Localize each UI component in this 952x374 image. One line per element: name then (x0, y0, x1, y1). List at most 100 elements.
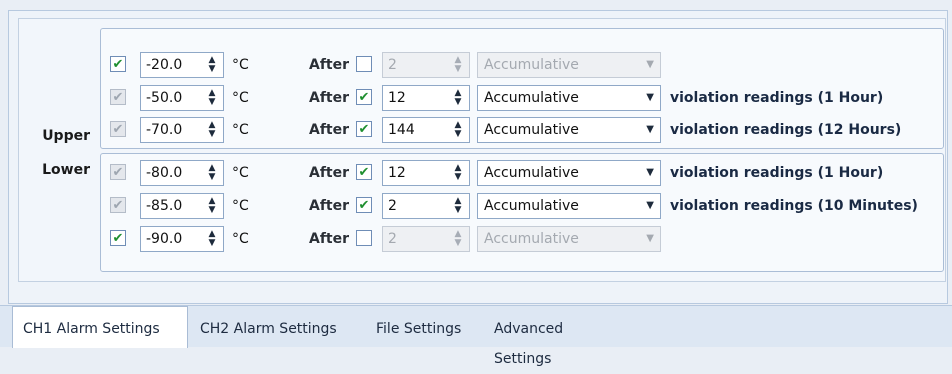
after-checkbox[interactable]: ✔ (356, 197, 372, 213)
spin-down-icon[interactable]: ▼ (455, 130, 462, 139)
spin-down-icon[interactable]: ▼ (455, 173, 462, 182)
temperature-unit: °C (232, 165, 249, 181)
spin-buttons[interactable]: ▲ ▼ (449, 120, 467, 140)
temperature-unit: °C (232, 122, 249, 138)
threshold-enable-checkbox[interactable]: ✔ (110, 56, 126, 72)
violation-count-value: 144 (388, 122, 415, 138)
temperature-value: -50.0 (146, 90, 183, 106)
violation-count-spinner[interactable]: 2 ▲ ▼ (382, 52, 470, 78)
threshold-enable-checkbox[interactable]: ✔ (110, 197, 126, 213)
tab-ch1-alarm-settings[interactable]: CH1 Alarm Settings (12, 306, 188, 348)
violation-readings-label: violation readings (12 Hours) (670, 122, 902, 138)
violation-count-spinner[interactable]: 12 ▲ ▼ (382, 160, 470, 186)
temperature-unit: °C (232, 57, 249, 73)
count-mode-dropdown[interactable]: Accumulative ▼ (477, 52, 661, 78)
spin-down-icon[interactable]: ▼ (209, 130, 216, 139)
temperature-value: -70.0 (146, 122, 183, 138)
count-mode-dropdown[interactable]: Accumulative ▼ (477, 117, 661, 143)
temperature-unit: °C (232, 231, 249, 247)
chevron-down-icon[interactable]: ▼ (646, 233, 654, 244)
tab-ch2-alarm-settings[interactable]: CH2 Alarm Settings (190, 314, 362, 348)
tab-file-settings[interactable]: File Settings (366, 314, 480, 348)
check-icon: ✔ (112, 89, 124, 105)
spin-buttons[interactable]: ▲ ▼ (449, 229, 467, 249)
spin-buttons[interactable]: ▲ ▼ (203, 55, 221, 75)
after-label: After (309, 57, 350, 73)
count-mode-value: Accumulative (484, 198, 579, 214)
after-label: After (309, 231, 350, 247)
chevron-down-icon[interactable]: ▼ (646, 124, 654, 135)
after-checkbox[interactable]: ✔ (356, 89, 372, 105)
violation-readings-label: violation readings (1 Hour) (670, 90, 884, 106)
spin-down-icon[interactable]: ▼ (209, 65, 216, 74)
spin-buttons[interactable]: ▲ ▼ (203, 196, 221, 216)
spin-down-icon[interactable]: ▼ (455, 98, 462, 107)
temperature-spinner[interactable]: -50.0 ▲ ▼ (140, 85, 224, 111)
check-icon: ✔ (112, 121, 124, 137)
threshold-enable-checkbox[interactable]: ✔ (110, 121, 126, 137)
chevron-down-icon[interactable]: ▼ (646, 167, 654, 178)
violation-count-spinner[interactable]: 12 ▲ ▼ (382, 85, 470, 111)
check-icon: ✔ (112, 197, 124, 213)
threshold-enable-checkbox[interactable]: ✔ (110, 230, 126, 246)
spin-buttons[interactable]: ▲ ▼ (449, 55, 467, 75)
spin-down-icon[interactable]: ▼ (209, 206, 216, 215)
spin-buttons[interactable]: ▲ ▼ (203, 229, 221, 249)
chevron-down-icon[interactable]: ▼ (646, 59, 654, 70)
temperature-spinner[interactable]: -85.0 ▲ ▼ (140, 193, 224, 219)
count-mode-value: Accumulative (484, 57, 579, 73)
after-checkbox[interactable]: ✔ (356, 164, 372, 180)
spin-buttons[interactable]: ▲ ▼ (449, 196, 467, 216)
spin-buttons[interactable]: ▲ ▼ (203, 120, 221, 140)
threshold-enable-checkbox[interactable]: ✔ (110, 164, 126, 180)
violation-count-value: 2 (388, 198, 397, 214)
alarm-row: ✔ -90.0 ▲ ▼ °C After 2 ▲ ▼ Accumulative ▼ (100, 226, 940, 252)
count-mode-dropdown[interactable]: Accumulative ▼ (477, 85, 661, 111)
after-checkbox[interactable] (356, 56, 372, 72)
violation-count-value: 12 (388, 165, 406, 181)
temperature-value: -85.0 (146, 198, 183, 214)
spin-buttons[interactable]: ▲ ▼ (203, 163, 221, 183)
check-icon: ✔ (112, 230, 124, 246)
temperature-spinner[interactable]: -90.0 ▲ ▼ (140, 226, 224, 252)
chevron-down-icon[interactable]: ▼ (646, 92, 654, 103)
count-mode-value: Accumulative (484, 231, 579, 247)
temperature-spinner[interactable]: -80.0 ▲ ▼ (140, 160, 224, 186)
after-label: After (309, 165, 350, 181)
alarm-row: ✔ -85.0 ▲ ▼ °C After ✔ 2 ▲ ▼ Accumulative ▼ violatio… (100, 193, 940, 219)
alarm-row: ✔ -70.0 ▲ ▼ °C After ✔ 144 ▲ ▼ Accumulative ▼ violat… (100, 117, 940, 143)
alarm-row: ✔ -80.0 ▲ ▼ °C After ✔ 12 ▲ ▼ Accumulative ▼ violati… (100, 160, 940, 186)
violation-count-spinner[interactable]: 2 ▲ ▼ (382, 226, 470, 252)
temperature-unit: °C (232, 198, 249, 214)
chevron-down-icon[interactable]: ▼ (646, 200, 654, 211)
violation-count-value: 2 (388, 57, 397, 73)
violation-count-spinner[interactable]: 144 ▲ ▼ (382, 117, 470, 143)
spin-down-icon[interactable]: ▼ (209, 173, 216, 182)
spin-buttons[interactable]: ▲ ▼ (203, 88, 221, 108)
spin-down-icon[interactable]: ▼ (455, 65, 462, 74)
spin-down-icon[interactable]: ▼ (455, 239, 462, 248)
spin-buttons[interactable]: ▲ ▼ (449, 88, 467, 108)
spin-buttons[interactable]: ▲ ▼ (449, 163, 467, 183)
temperature-value: -20.0 (146, 57, 183, 73)
after-checkbox[interactable]: ✔ (356, 121, 372, 137)
count-mode-dropdown[interactable]: Accumulative ▼ (477, 160, 661, 186)
threshold-enable-checkbox[interactable]: ✔ (110, 89, 126, 105)
check-icon: ✔ (358, 121, 370, 137)
spin-down-icon[interactable]: ▼ (209, 98, 216, 107)
spin-down-icon[interactable]: ▼ (455, 206, 462, 215)
violation-readings-label: violation readings (10 Minutes) (670, 198, 918, 214)
count-mode-dropdown[interactable]: Accumulative ▼ (477, 193, 661, 219)
check-icon: ✔ (112, 164, 124, 180)
violation-count-spinner[interactable]: 2 ▲ ▼ (382, 193, 470, 219)
tab-advanced-settings[interactable]: Advanced Settings (484, 314, 634, 367)
temperature-spinner[interactable]: -70.0 ▲ ▼ (140, 117, 224, 143)
violation-count-value: 12 (388, 90, 406, 106)
count-mode-value: Accumulative (484, 122, 579, 138)
alarm-row: ✔ -20.0 ▲ ▼ °C After 2 ▲ ▼ Accumulative ▼ (100, 52, 940, 78)
after-checkbox[interactable] (356, 230, 372, 246)
count-mode-dropdown[interactable]: Accumulative ▼ (477, 226, 661, 252)
temperature-value: -80.0 (146, 165, 183, 181)
spin-down-icon[interactable]: ▼ (209, 239, 216, 248)
temperature-spinner[interactable]: -20.0 ▲ ▼ (140, 52, 224, 78)
